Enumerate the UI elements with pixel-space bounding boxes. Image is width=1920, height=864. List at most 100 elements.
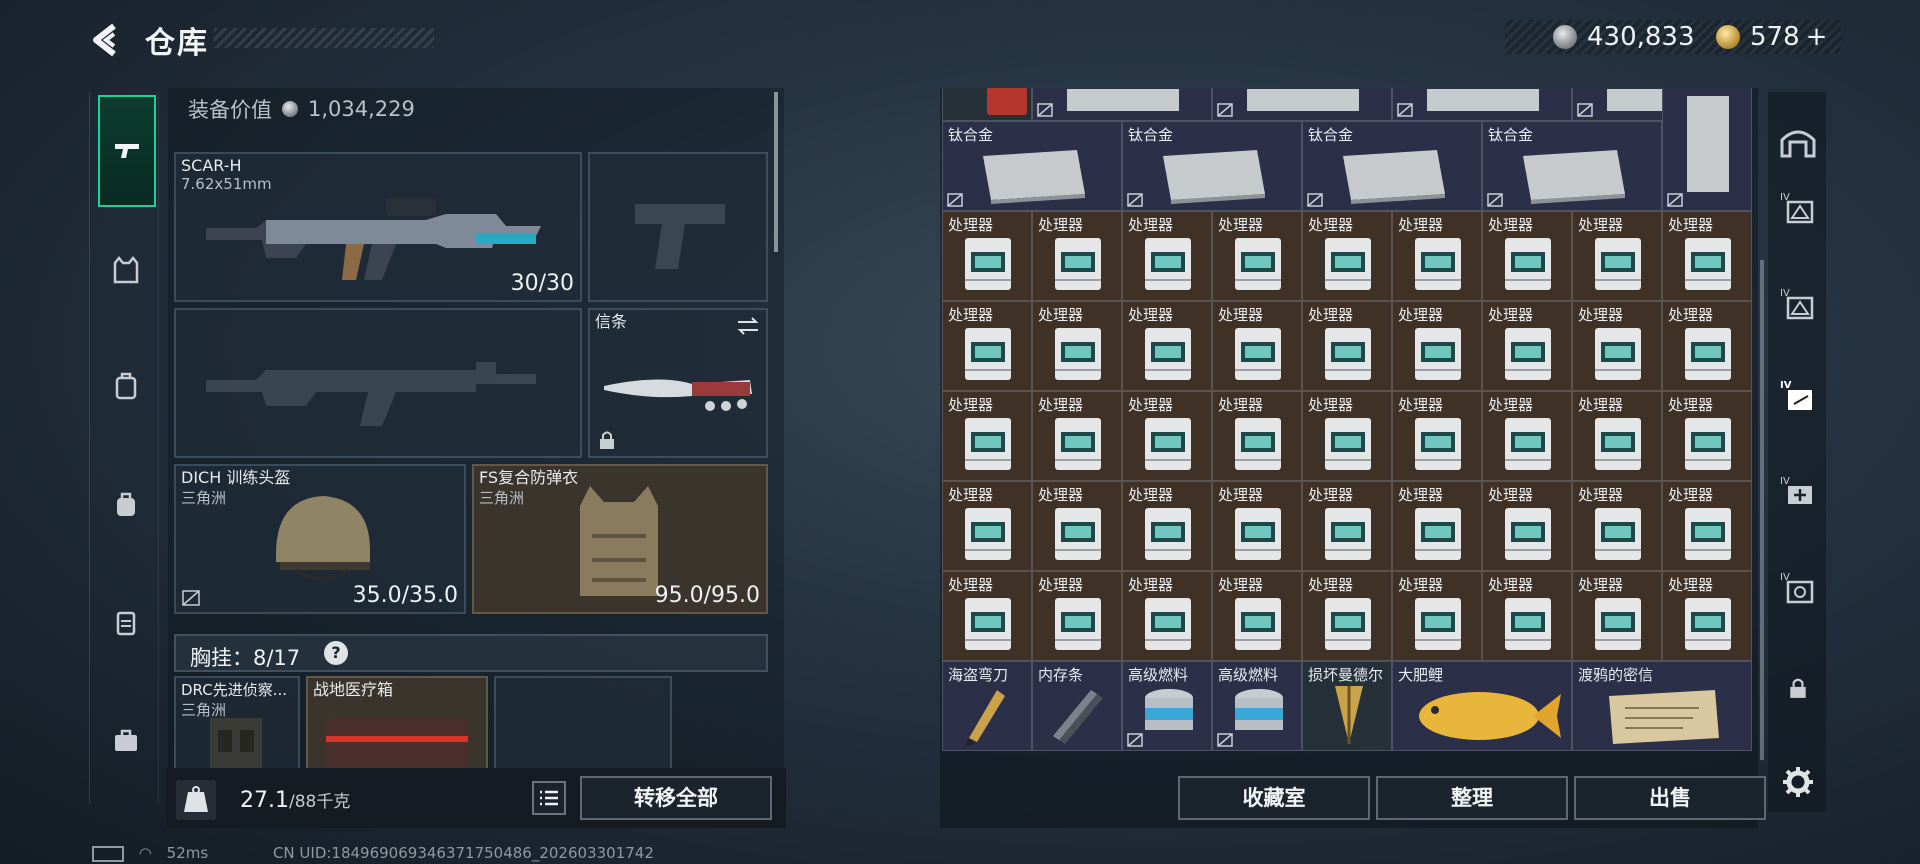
stash-item-processor[interactable]: 处理器 bbox=[1662, 391, 1752, 481]
tab-toolbox[interactable] bbox=[98, 712, 154, 768]
stash-item-processor[interactable]: 处理器 bbox=[942, 481, 1032, 571]
stash-item[interactable]: 海盗弯刀 bbox=[942, 661, 1032, 751]
back-arrow-icon[interactable] bbox=[88, 22, 124, 58]
stash-item-processor[interactable]: 处理器 bbox=[942, 571, 1032, 661]
stash-item-processor[interactable]: 处理器 bbox=[1572, 571, 1662, 661]
stash-item-processor[interactable]: 处理器 bbox=[1122, 481, 1212, 571]
stash-item-processor[interactable]: 处理器 bbox=[942, 301, 1032, 391]
stash-item-titanium[interactable]: 钛合金 bbox=[1482, 121, 1662, 211]
currency-premium[interactable]: 578 + bbox=[1716, 20, 1827, 54]
processor-icon bbox=[1235, 598, 1281, 650]
stash-tab-2[interactable]: IV bbox=[1774, 280, 1822, 328]
sort-button[interactable]: 整理 bbox=[1376, 776, 1568, 820]
list-view-button[interactable] bbox=[532, 781, 566, 815]
rig-item[interactable]: DRC先进侦察... 三角洲 bbox=[174, 676, 300, 772]
stash-tab-1[interactable]: IV bbox=[1774, 184, 1822, 232]
armor-slot[interactable]: FS复合防弹衣 三角洲 95.0/95.0 bbox=[472, 464, 768, 614]
sidearm-slot[interactable] bbox=[588, 152, 768, 302]
safe-tab-icon: IV bbox=[1780, 572, 1814, 604]
stash-item-processor[interactable]: 处理器 bbox=[1302, 391, 1392, 481]
stash-item-processor[interactable]: 处理器 bbox=[1392, 571, 1482, 661]
collection-room-button[interactable]: 收藏室 bbox=[1178, 776, 1370, 820]
stash-item-processor[interactable]: 处理器 bbox=[1482, 481, 1572, 571]
stash-item-processor[interactable]: 处理器 bbox=[1392, 481, 1482, 571]
stash-item-processor[interactable]: 处理器 bbox=[1122, 301, 1212, 391]
stash-item-processor[interactable]: 处理器 bbox=[1482, 391, 1572, 481]
stash-item-processor[interactable]: 处理器 bbox=[1572, 391, 1662, 481]
stash-item-processor[interactable]: 处理器 bbox=[1482, 211, 1572, 301]
stash-item[interactable]: 渡鸦的密信 bbox=[1572, 661, 1752, 751]
stash-item-processor[interactable]: 处理器 bbox=[1212, 571, 1302, 661]
stash-item-processor[interactable]: 处理器 bbox=[942, 391, 1032, 481]
stash-item-titanium[interactable]: 钛合金 bbox=[1122, 121, 1302, 211]
stash-item[interactable] bbox=[942, 88, 1032, 121]
tab-backpack-rig[interactable] bbox=[98, 358, 154, 414]
stash-item[interactable]: 损坏曼德尔 bbox=[1302, 661, 1392, 751]
help-icon[interactable]: ? bbox=[324, 641, 348, 665]
stash-item[interactable]: 高级燃料 bbox=[1122, 661, 1212, 751]
stash-item-processor[interactable]: 处理器 bbox=[942, 211, 1032, 301]
stash-item[interactable] bbox=[1212, 88, 1392, 121]
stash-tab-main[interactable] bbox=[1774, 118, 1822, 166]
stash-item-processor[interactable]: 处理器 bbox=[1392, 391, 1482, 481]
stash-item[interactable]: 大肥鲤 bbox=[1392, 661, 1572, 751]
tab-case[interactable] bbox=[98, 594, 154, 650]
stash-item-processor[interactable]: 处理器 bbox=[1122, 391, 1212, 481]
transfer-all-button[interactable]: 转移全部 bbox=[580, 776, 772, 820]
primary-weapon-slot[interactable]: SCAR-H 7.62x51mm 30/30 bbox=[174, 152, 582, 302]
melee-slot[interactable]: 信条 bbox=[588, 308, 768, 458]
tab-weapons[interactable] bbox=[98, 95, 156, 207]
loadout-scrollbar[interactable] bbox=[774, 92, 778, 252]
silver-coin-icon bbox=[1553, 25, 1577, 49]
stash-item-processor[interactable]: 处理器 bbox=[1122, 211, 1212, 301]
stash-item-processor[interactable]: 处理器 bbox=[1392, 301, 1482, 391]
stash-tab-3-active[interactable]: IV bbox=[1774, 372, 1822, 420]
stash-tab-4[interactable]: IV bbox=[1774, 468, 1822, 516]
processor-icon bbox=[965, 238, 1011, 290]
rig-item[interactable]: 战地医疗箱 bbox=[306, 676, 488, 770]
stash-item-processor[interactable]: 处理器 bbox=[1662, 301, 1752, 391]
item-label: 高级燃料 bbox=[1218, 666, 1279, 684]
stash-item-processor[interactable]: 处理器 bbox=[1212, 391, 1302, 481]
settings-button[interactable] bbox=[1774, 758, 1822, 806]
stash-item-processor[interactable]: 处理器 bbox=[1302, 571, 1392, 661]
stash-item-processor[interactable]: 处理器 bbox=[1392, 211, 1482, 301]
stash-item-processor[interactable]: 处理器 bbox=[1302, 481, 1392, 571]
stash-item-processor[interactable]: 处理器 bbox=[1662, 571, 1752, 661]
rig-slot-empty[interactable] bbox=[494, 676, 672, 768]
stash-scrollbar[interactable] bbox=[1760, 260, 1764, 760]
add-currency-button[interactable]: + bbox=[1806, 22, 1828, 52]
stash-item[interactable]: 内存条 bbox=[1032, 661, 1122, 751]
tab-armor[interactable] bbox=[98, 242, 154, 298]
stash-item-processor[interactable]: 处理器 bbox=[1482, 301, 1572, 391]
stash-item-processor[interactable]: 处理器 bbox=[1032, 301, 1122, 391]
stash-item[interactable]: 高级燃料 bbox=[1212, 661, 1302, 751]
stash-item-titanium[interactable]: 钛合金 bbox=[1302, 121, 1482, 211]
stash-item-processor[interactable]: 处理器 bbox=[1032, 571, 1122, 661]
stash-item-processor[interactable]: 处理器 bbox=[1302, 301, 1392, 391]
stash-item-processor[interactable]: 处理器 bbox=[1662, 481, 1752, 571]
helmet-slot[interactable]: DICH 训练头盔 三角洲 35.0/35.0 bbox=[174, 464, 466, 614]
sell-button[interactable]: 出售 bbox=[1574, 776, 1766, 820]
stash-item-processor[interactable]: 处理器 bbox=[1662, 211, 1752, 301]
swap-arrows-icon[interactable] bbox=[736, 316, 760, 336]
stash-item-processor[interactable]: 处理器 bbox=[1302, 211, 1392, 301]
stash-item-processor[interactable]: 处理器 bbox=[1482, 571, 1572, 661]
stash-item-processor[interactable]: 处理器 bbox=[1212, 301, 1302, 391]
stash-item-titanium[interactable]: 钛合金 bbox=[942, 121, 1122, 211]
stash-item-processor[interactable]: 处理器 bbox=[1212, 481, 1302, 571]
stash-item-processor[interactable]: 处理器 bbox=[1572, 211, 1662, 301]
stash-item-processor[interactable]: 处理器 bbox=[1122, 571, 1212, 661]
stash-item-processor[interactable]: 处理器 bbox=[1032, 211, 1122, 301]
stash-item-processor[interactable]: 处理器 bbox=[1032, 481, 1122, 571]
secondary-weapon-slot[interactable] bbox=[174, 308, 582, 458]
stash-item[interactable] bbox=[1032, 88, 1212, 121]
stash-item-processor[interactable]: 处理器 bbox=[1572, 481, 1662, 571]
stash-item[interactable] bbox=[1392, 88, 1572, 121]
stash-item-processor[interactable]: 处理器 bbox=[1572, 301, 1662, 391]
tab-backpack[interactable] bbox=[98, 476, 154, 532]
stash-item-titanium[interactable] bbox=[1662, 88, 1752, 211]
stash-item-processor[interactable]: 处理器 bbox=[1032, 391, 1122, 481]
stash-item-processor[interactable]: 处理器 bbox=[1212, 211, 1302, 301]
stash-tab-5[interactable]: IV bbox=[1774, 564, 1822, 612]
